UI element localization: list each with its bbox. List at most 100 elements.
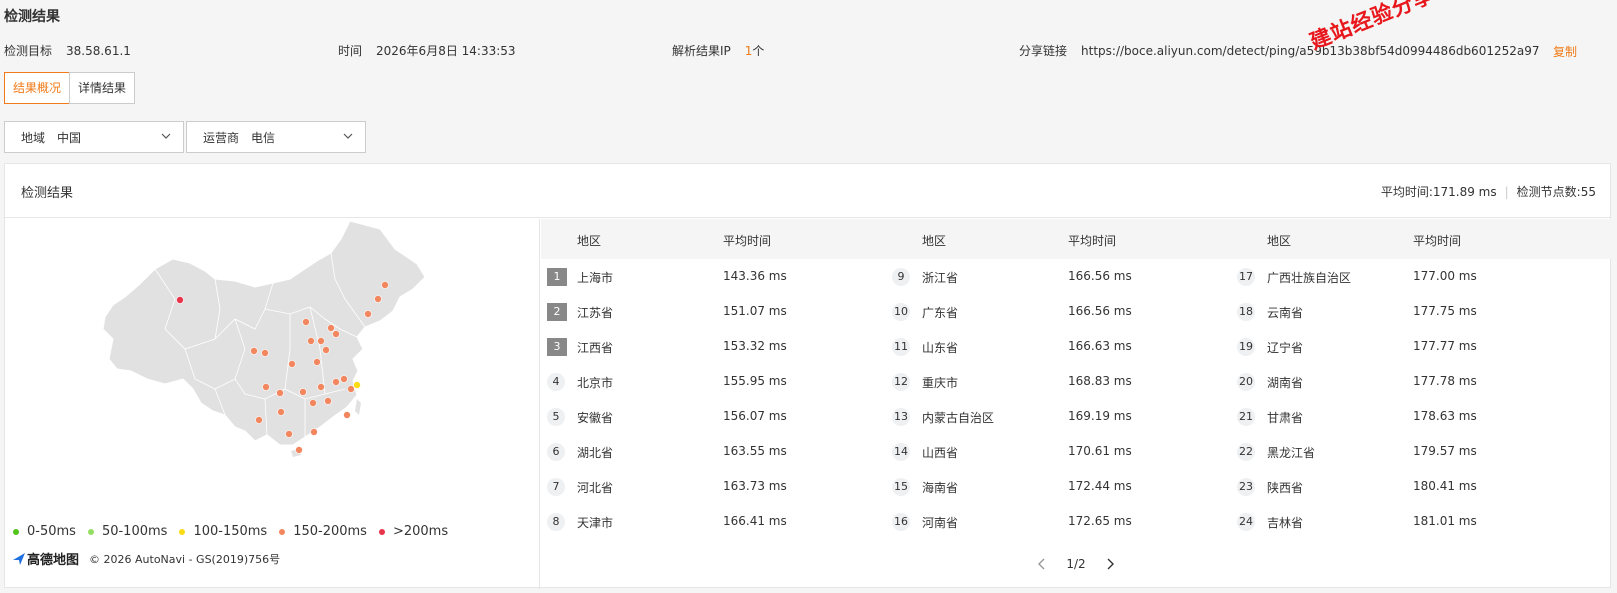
map-marker[interactable] [324,397,332,405]
table-row: 12 重庆市 168.83 ms [886,364,1231,400]
rank-badge: 5 [547,408,565,426]
map-marker[interactable] [255,416,263,424]
table-row: 23 陕西省 180.41 ms [1231,469,1576,505]
map-marker[interactable] [317,383,325,391]
table-row: 15 海南省 172.44 ms [886,469,1231,505]
region-cell: 陕西省 [1267,481,1304,495]
rank-badge: 3 [547,338,567,356]
map-marker[interactable] [295,446,303,454]
map-marker[interactable] [313,358,321,366]
avg-time-cell: 172.65 ms [1068,514,1132,528]
map-marker[interactable] [332,330,340,338]
target-meta: 检测目标 38.58.61.1 [4,42,131,59]
map-marker[interactable] [285,430,293,438]
table-row: 3 江西省 153.32 ms [541,329,886,365]
map-marker[interactable] [381,281,389,289]
prev-page-button[interactable] [1032,554,1052,574]
legend-label: 50-100ms [101,524,168,539]
region-cell: 山西省 [922,446,959,460]
map-marker[interactable] [364,310,372,318]
avg-time-cell: 151.07 ms [723,304,787,318]
table-row: 21 甘肃省 178.63 ms [1231,399,1576,435]
legend-dot [179,528,186,535]
avg-time-cell: 177.77 ms [1413,339,1477,353]
table-row: 1 上海市 143.36 ms [541,259,886,295]
table-row: 13 内蒙古自治区 169.19 ms [886,399,1231,435]
table-row: 4 北京市 155.95 ms [541,364,886,400]
average-time: 平均时间:171.89 ms [1380,185,1497,199]
header-region: 地区 [577,234,602,248]
map-marker[interactable] [310,428,318,436]
map-marker[interactable] [261,349,269,357]
header-region: 地区 [922,234,947,248]
region-cell: 安徽省 [577,411,614,425]
region-cell: 山东省 [922,341,959,355]
map-marker[interactable] [250,347,258,355]
avg-time-cell: 172.44 ms [1068,479,1132,493]
avg-time-cell: 177.75 ms [1413,304,1477,318]
table-header: 地区 平均时间 地区 平均时间 地区 平均时间 [541,219,1611,259]
panel-header: 检测结果 平均时间:171.89 ms | 检测节点数:55 [5,164,1610,218]
region-cell: 甘肃省 [1267,411,1304,425]
rank-badge: 8 [547,513,565,531]
isp-select[interactable]: 运营商 电信 [186,121,366,153]
table-row: 10 广东省 166.56 ms [886,294,1231,330]
map-marker[interactable] [307,337,315,345]
map-marker[interactable] [317,337,325,345]
map-marker[interactable] [288,360,296,368]
map-marker[interactable] [322,346,330,354]
table-row: 2 江苏省 151.07 ms [541,294,886,330]
map-marker[interactable] [262,383,270,391]
ranking-table: 地区 平均时间 地区 平均时间 地区 平均时间 1 上海市 143.36 ms 2 江苏… [541,219,1611,589]
rank-badge: 18 [1237,303,1255,321]
map-marker[interactable] [353,381,361,389]
time-value: 2026年6月8日 14:33:53 [376,44,516,58]
share-url[interactable]: https://boce.aliyun.com/detect/ping/a59b… [1081,44,1539,58]
map-marker[interactable] [327,324,335,332]
avg-time-cell: 170.61 ms [1068,444,1132,458]
legend-dot [13,528,19,535]
map-marker[interactable] [309,399,317,407]
region-cell: 海南省 [922,481,959,495]
panel-title: 检测结果 [21,186,74,201]
next-page-button[interactable] [1100,554,1120,574]
legend-label: >200ms [392,524,449,539]
map-marker[interactable] [299,388,307,396]
rank-badge: 23 [1237,478,1255,496]
region-cell: 湖南省 [1267,376,1304,390]
map-marker[interactable] [302,318,310,326]
avg-time-cell: 166.56 ms [1068,304,1132,318]
table-row: 9 浙江省 166.56 ms [886,259,1231,295]
region-cell: 云南省 [1267,306,1304,320]
region-cell: 吉林省 [1267,516,1304,530]
header-avg: 平均时间 [723,234,772,248]
amap-logo-text: 高德地图 [27,553,80,568]
target-label: 检测目标 [4,44,53,58]
map-marker[interactable] [277,408,285,416]
tab-summary[interactable]: 结果概况 [4,72,71,104]
map-marker[interactable] [347,385,355,393]
china-map[interactable] [95,219,435,459]
map-marker[interactable] [374,295,382,303]
pagination: 1/2 [541,554,1611,574]
map-copyright: 高德地图 © 2026 AutoNavi - GS(2019)756号 [11,549,280,568]
avg-time-cell: 178.63 ms [1413,409,1477,423]
avg-time-cell: 169.19 ms [1068,409,1132,423]
share-label: 分享链接 [1019,44,1068,58]
map-marker[interactable] [332,378,340,386]
tab-details[interactable]: 详情结果 [69,72,136,104]
table-row: 5 安徽省 156.07 ms [541,399,886,435]
legend-label: 0-50ms [27,524,76,539]
map-marker[interactable] [276,389,284,397]
legend-label: 150-200ms [293,524,367,539]
map-marker[interactable] [340,375,348,383]
amap-logo: 高德地图 [11,549,79,568]
map-marker[interactable] [343,411,351,419]
chevron-down-icon [161,133,171,139]
region-select[interactable]: 地域 中国 [4,121,184,153]
region-cell: 广西壮族自治区 [1267,271,1352,285]
rank-badge: 21 [1237,408,1255,426]
copy-button[interactable]: 复制 [1553,43,1577,60]
map-marker[interactable] [176,296,184,304]
legend-item: 0-50ms [13,524,76,539]
